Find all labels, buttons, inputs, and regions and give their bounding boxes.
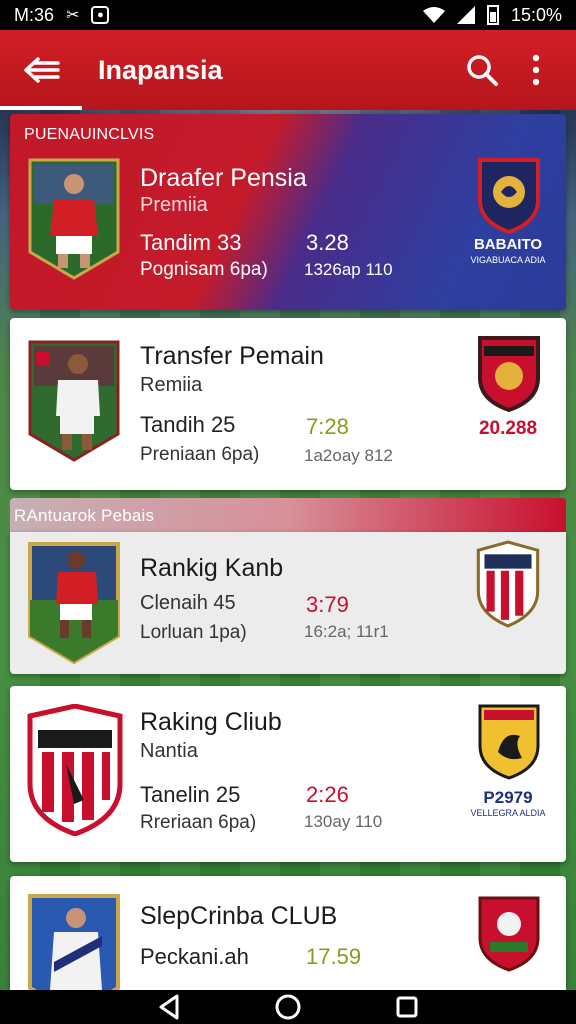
card-stat-secondary: Pognisam 6pa): [140, 259, 268, 280]
featured-card[interactable]: PUENAUINCLVIS Draafer Pensia Premiia Tan…: [10, 114, 566, 310]
card-value: 3:79: [306, 592, 349, 617]
list-item[interactable]: Rankig Kanb Clenaih 45 Lorluan 1pa) 3:79…: [10, 532, 566, 674]
back-button[interactable]: [20, 48, 64, 92]
notification-icon: ●: [91, 6, 110, 24]
wifi-icon: [422, 7, 445, 23]
card-stat: Tanelin 25: [140, 782, 241, 807]
back-arrow-icon: [24, 57, 60, 83]
card-value: 2:26: [306, 782, 349, 807]
list-item[interactable]: SlepCrinba CLUB Peckani.ah 17.59: [10, 876, 566, 990]
card-stat: Tandih 25: [140, 412, 236, 437]
card-value-secondary: 130ay 110: [304, 812, 383, 831]
player-thumbnail: [28, 894, 120, 990]
club-crest-icon: [478, 896, 540, 972]
card-stat-secondary: Rreriaan 6pa): [140, 812, 257, 833]
status-time: M:36: [14, 4, 55, 25]
player-thumbnail: [28, 542, 120, 664]
card-title: SlepCrinba CLUB: [140, 902, 338, 930]
player-thumbnail: [28, 340, 120, 462]
nav-recents-button[interactable]: [389, 992, 425, 1022]
card-value: 7:28: [306, 414, 349, 439]
card-stat: Lorluan 1pa): [140, 622, 247, 643]
more-vertical-icon: [532, 54, 540, 86]
square-recents-icon: [396, 996, 418, 1018]
card-title: Rankig Kanb: [140, 554, 284, 582]
search-icon: [467, 55, 498, 86]
app-title: Inapansia: [98, 54, 223, 85]
crest-label: P2979: [483, 788, 533, 807]
card-title: Raking Cliub: [140, 708, 282, 736]
club-crest-icon: [478, 704, 540, 780]
battery-icon: [486, 5, 499, 25]
crest-label: BABAITO: [473, 236, 543, 253]
card-title: Draafer Pensia: [140, 164, 307, 192]
card-value-secondary: 1326ap 110: [304, 260, 393, 279]
club-crest-icon: [478, 158, 540, 234]
tab-indicator: [0, 106, 82, 110]
system-navigation-bar: [0, 990, 576, 1024]
card-value-secondary: 16:2a; 11r1: [304, 622, 389, 641]
crest-sublabel: VELLEGRA ALDIA: [470, 808, 546, 818]
card-value: 17.59: [306, 944, 362, 969]
circle-home-icon: [275, 994, 301, 1020]
card-value: 3.28: [306, 230, 349, 255]
section-label: RAntuarok Pebais: [14, 506, 155, 525]
card-title: Transfer Pemain: [140, 342, 324, 370]
section-label: PUENAUINCLVIS: [24, 126, 155, 143]
card-stat: Tandim 33: [140, 230, 242, 255]
club-crest-icon: [478, 336, 540, 412]
more-options-button[interactable]: [516, 48, 556, 92]
status-bar: M:36 ✂ ● 15:0%: [0, 0, 576, 30]
battery-level: 15:0%: [510, 4, 562, 25]
app-bar: Inapansia: [0, 30, 576, 110]
nav-back-button[interactable]: [151, 992, 187, 1022]
crest-sublabel: VIGABUACA ADIA: [470, 255, 546, 265]
player-thumbnail: [28, 158, 120, 280]
card-subtitle: Remiia: [140, 374, 203, 396]
card-stat-secondary: Preniaan 6pa): [140, 444, 260, 465]
list-item[interactable]: Raking Cliub Nantia Tanelin 25 Rreriaan …: [10, 686, 566, 862]
crest-label: 20.288: [478, 418, 538, 439]
search-button[interactable]: [462, 48, 502, 92]
card-value-secondary: 1a2oay 812: [304, 446, 393, 465]
club-crest-large-icon: [27, 704, 123, 836]
club-crest-icon: [476, 540, 540, 628]
card-subtitle: Premiia: [140, 194, 208, 216]
nav-home-button[interactable]: [270, 992, 306, 1022]
triangle-back-icon: [159, 994, 179, 1020]
app-notification-icon: ✂: [66, 7, 80, 24]
list-item[interactable]: Transfer Pemain Remiia Tandih 25 Preniaa…: [10, 318, 566, 490]
card-stat: Peckani.ah: [140, 944, 249, 969]
signal-icon: [456, 6, 475, 24]
card-subtitle: Nantia: [140, 740, 198, 762]
card-subtitle: Clenaih 45: [140, 592, 236, 614]
